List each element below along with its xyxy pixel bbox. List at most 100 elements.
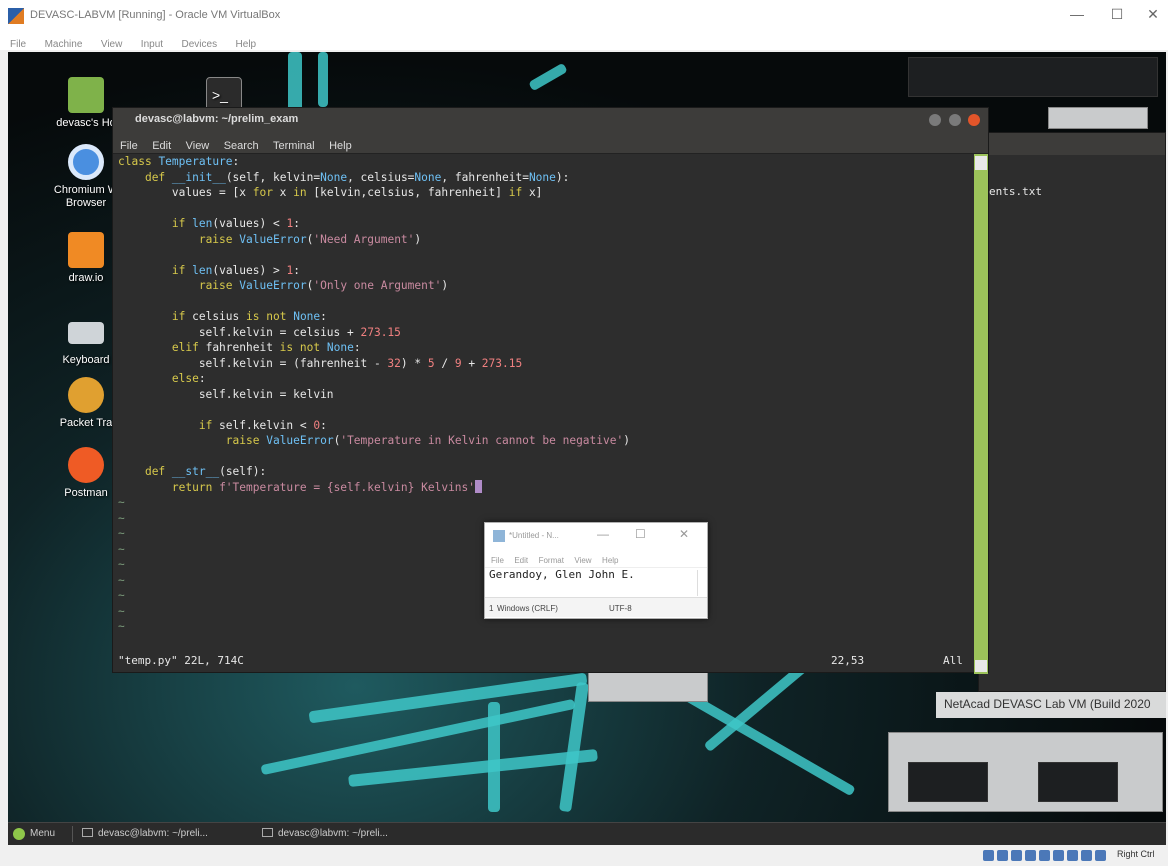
code-line: def __str__(self): xyxy=(144,465,267,478)
terminal-scrollbar[interactable] xyxy=(974,154,988,674)
host-status-bar: Right Ctrl xyxy=(0,845,1168,863)
vim-empty-line: ~ xyxy=(118,620,125,633)
code-line: else: xyxy=(171,372,206,385)
display-icon[interactable] xyxy=(1067,850,1078,861)
optical-icon[interactable] xyxy=(997,850,1008,861)
code-line: self.kelvin = celsius + 273.15 xyxy=(118,325,401,339)
notepad-menu-bar: File Edit Format View Help xyxy=(485,550,707,567)
hdd-icon[interactable] xyxy=(983,850,994,861)
taskbar-task-terminal-2[interactable]: devasc@labvm: ~/preli... xyxy=(262,828,388,839)
code-line: raise ValueError('Only one Argument') xyxy=(198,279,449,292)
window-icon xyxy=(262,828,273,837)
notepad-scrollbar[interactable] xyxy=(697,570,705,596)
notepad-text: Gerandoy, Glen John E. xyxy=(489,568,635,581)
notepad-menu-file[interactable]: File xyxy=(491,556,504,565)
taskbar-menu-button[interactable]: Menu xyxy=(30,828,55,839)
network-icon[interactable] xyxy=(1025,850,1036,861)
code-line: values = [x for x in [kelvin,celsius, fa… xyxy=(118,186,543,199)
notepad-window[interactable]: *Untitled - N... — ☐ ✕ File Edit Format … xyxy=(484,522,708,619)
vm-display[interactable]: devasc's Ho >_ Chromium W Browser draw.i… xyxy=(8,52,1166,845)
code-line: raise ValueError('Temperature in Kelvin … xyxy=(225,434,630,447)
background-terminal-window[interactable]: ents.txt xyxy=(978,132,1166,692)
shared-folder-icon[interactable] xyxy=(1053,850,1064,861)
background-terminal-titlebar xyxy=(979,133,1165,155)
cpu-icon[interactable] xyxy=(1095,850,1106,861)
notepad-status-bar: 1 Windows (CRLF) UTF-8 xyxy=(485,597,707,617)
wallpaper-rack xyxy=(1048,107,1148,129)
terminal-menu-terminal[interactable]: Terminal xyxy=(270,140,318,152)
host-menu-input[interactable]: Input xyxy=(137,39,167,50)
code-line: if celsius is not None: xyxy=(171,310,327,323)
background-terminal-text: ents.txt xyxy=(989,185,1042,198)
host-window-title: DEVASC-LABVM [Running] - Oracle VM Virtu… xyxy=(30,9,281,21)
recording-icon[interactable] xyxy=(1081,850,1092,861)
host-key-label: Right Ctrl xyxy=(1117,849,1155,859)
code-line: if len(values) > 1: xyxy=(171,263,300,277)
terminal-title: devasc@labvm: ~/prelim_exam xyxy=(135,113,299,125)
notepad-icon xyxy=(493,530,505,542)
code-line: raise ValueError('Need Argument') xyxy=(198,232,422,246)
notepad-titlebar: *Untitled - N... — ☐ ✕ xyxy=(485,523,707,550)
wallpaper-rack xyxy=(908,57,1158,97)
notepad-maximize-button[interactable]: ☐ xyxy=(635,527,646,541)
usb-icon[interactable] xyxy=(1039,850,1050,861)
host-menu-view[interactable]: View xyxy=(97,39,127,50)
host-menu-file[interactable]: File xyxy=(6,39,30,50)
wallpaper-cable xyxy=(348,748,598,788)
terminal-menu-help[interactable]: Help xyxy=(326,140,355,152)
close-button[interactable]: ✕ xyxy=(1138,6,1168,23)
code-line: if self.kelvin < 0: xyxy=(198,418,327,432)
notepad-menu-help[interactable]: Help xyxy=(602,556,618,565)
host-menu-bar: File Machine View Input Devices Help xyxy=(0,30,1168,50)
audio-icon[interactable] xyxy=(1011,850,1022,861)
notepad-menu-edit[interactable]: Edit xyxy=(514,556,528,565)
host-status-icons xyxy=(983,848,1109,866)
notepad-close-button[interactable]: ✕ xyxy=(679,527,689,541)
vim-cursor-position: 22,53 xyxy=(831,654,865,667)
wallpaper-cable xyxy=(488,702,500,812)
taskbar-task-terminal-1[interactable]: devasc@labvm: ~/preli... xyxy=(82,828,208,839)
wallpaper-cable xyxy=(528,62,568,92)
notepad-minimize-button[interactable]: — xyxy=(597,527,609,541)
code-line: self.kelvin = kelvin xyxy=(118,387,334,401)
scrollbar-up xyxy=(975,156,987,170)
host-menu-machine[interactable]: Machine xyxy=(41,39,87,50)
virtualbox-icon xyxy=(8,8,24,24)
host-menu-devices[interactable]: Devices xyxy=(178,39,222,50)
code-line: self.kelvin = (fahrenheit - 32) * 5 / 9 … xyxy=(118,356,523,370)
code-line: return f'Temperature = {self.kelvin} Kel… xyxy=(118,479,975,496)
notepad-menu-view[interactable]: View xyxy=(574,556,591,565)
vim-status-file: "temp.py" 22L, 714C xyxy=(118,654,244,667)
host-title-bar: DEVASC-LABVM [Running] - Oracle VM Virtu… xyxy=(0,0,1168,30)
wallpaper-rack xyxy=(908,762,988,802)
host-menu-help[interactable]: Help xyxy=(232,39,261,50)
task-label: devasc@labvm: ~/preli... xyxy=(98,828,208,839)
terminal-menu-search[interactable]: Search xyxy=(221,140,262,152)
terminal-menu-view[interactable]: View xyxy=(183,140,213,152)
wallpaper-label: NetAcad DEVASC Lab VM (Build 2020 xyxy=(936,692,1166,718)
notepad-text-area[interactable]: Gerandoy, Glen John E. xyxy=(485,567,707,597)
scrollbar-down xyxy=(975,660,987,672)
folder-icon xyxy=(68,77,104,113)
terminal-close-button[interactable] xyxy=(968,114,980,126)
notepad-menu-format[interactable]: Format xyxy=(539,556,564,565)
postman-icon xyxy=(68,447,104,483)
code-line: class Temperature: xyxy=(118,155,240,168)
minimize-button[interactable]: — xyxy=(1062,6,1092,22)
notepad-title: *Untitled - N... xyxy=(509,531,559,540)
mint-menu-icon[interactable] xyxy=(13,828,25,840)
task-label: devasc@labvm: ~/preli... xyxy=(278,828,388,839)
terminal-menu-edit[interactable]: Edit xyxy=(149,140,174,152)
maximize-button[interactable]: ☐ xyxy=(1102,6,1132,23)
terminal-minimize-button[interactable] xyxy=(929,114,942,126)
keyboard-icon xyxy=(68,322,104,344)
vim-empty-line: ~ xyxy=(118,496,125,509)
terminal-maximize-button[interactable] xyxy=(948,114,961,126)
taskbar-separator xyxy=(72,826,73,842)
code-line: def __init__(self, kelvin=None, celsius=… xyxy=(144,170,570,184)
notepad-encoding: UTF-8 xyxy=(609,604,632,613)
terminal-menu-file[interactable]: File xyxy=(117,140,141,152)
